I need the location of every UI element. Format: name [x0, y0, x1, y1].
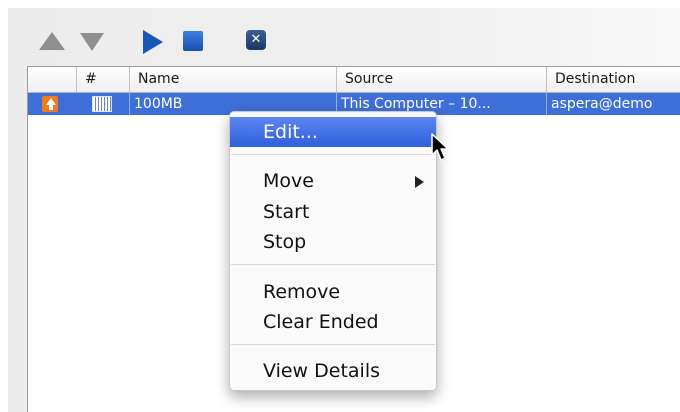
- menu-item-clear-ended[interactable]: Clear Ended: [230, 307, 436, 337]
- menu-separator: [231, 344, 435, 345]
- context-menu: Edit... Move Start Stop Remove Clear End…: [229, 111, 437, 391]
- column-header-name[interactable]: Name: [129, 67, 336, 92]
- menu-item-move[interactable]: Move: [230, 166, 436, 196]
- menu-item-remove[interactable]: Remove: [230, 277, 436, 307]
- transfer-window: ✕ # Name Source Destination 100MB This C…: [0, 0, 680, 412]
- move-up-button[interactable]: [39, 32, 65, 50]
- column-header-number[interactable]: #: [76, 67, 129, 92]
- stop-button[interactable]: [183, 31, 203, 51]
- row-destination: aspera@demo: [546, 93, 680, 115]
- mouse-pointer-icon: [431, 133, 449, 161]
- menu-item-view-details[interactable]: View Details: [230, 356, 436, 386]
- submenu-arrow-icon: [415, 176, 424, 188]
- upload-icon: [42, 96, 58, 112]
- progress-grid-icon: [92, 96, 112, 112]
- menu-item-stop[interactable]: Stop: [230, 227, 436, 257]
- column-header-source[interactable]: Source: [336, 67, 546, 92]
- move-down-button[interactable]: [80, 33, 104, 51]
- close-icon: ✕: [250, 32, 262, 47]
- menu-separator: [231, 154, 435, 155]
- column-header-direction[interactable]: [28, 67, 76, 92]
- table-header: # Name Source Destination: [28, 67, 680, 93]
- column-header-destination[interactable]: Destination: [546, 67, 680, 92]
- start-button[interactable]: [143, 30, 163, 54]
- menu-separator: [231, 264, 435, 265]
- menu-item-edit[interactable]: Edit...: [230, 117, 436, 147]
- menu-item-move-label: Move: [263, 170, 314, 192]
- clear-button[interactable]: ✕: [246, 30, 266, 50]
- menu-item-start[interactable]: Start: [230, 197, 436, 227]
